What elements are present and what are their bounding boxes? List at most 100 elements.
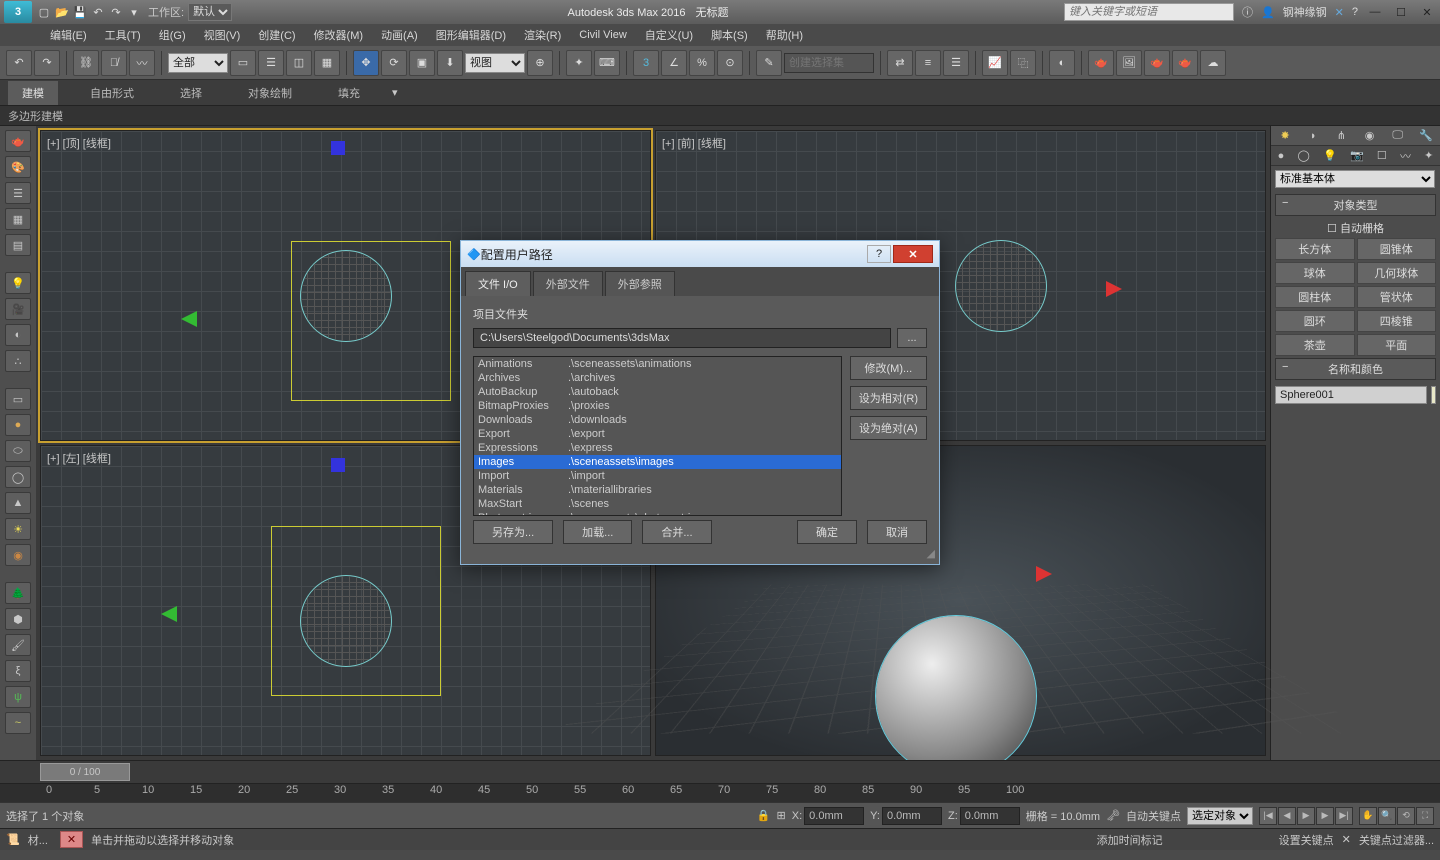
tab-external-files[interactable]: 外部文件	[533, 271, 603, 296]
maxscript-mini[interactable]: 📜	[6, 833, 20, 846]
particles-icon[interactable]: ∴	[5, 350, 31, 372]
ribbon-tab-modeling[interactable]: 建模	[8, 81, 58, 105]
teapot-button[interactable]: 茶壶	[1275, 334, 1355, 356]
create-tab-icon[interactable]: ✸	[1275, 128, 1295, 144]
script-error-badge[interactable]: ✕	[60, 831, 83, 848]
ok-button[interactable]: 确定	[797, 520, 857, 544]
hair-icon[interactable]: ξ	[5, 660, 31, 682]
tube-button[interactable]: 管状体	[1357, 286, 1437, 308]
menu-render[interactable]: 渲染(R)	[516, 25, 569, 45]
path-list-item[interactable]: Materials.\materiallibraries	[474, 483, 841, 497]
align-icon[interactable]: ≡	[915, 50, 941, 76]
scale-icon[interactable]: ▣	[409, 50, 435, 76]
viewport-front-label[interactable]: [+] [前] [线框]	[662, 135, 726, 151]
path-list-item[interactable]: Photometric.\sceneassets\photometric	[474, 511, 841, 516]
save-as-button[interactable]: 另存为...	[473, 520, 553, 544]
selection-filter[interactable]: 全部	[168, 53, 228, 73]
merge-button[interactable]: 合并...	[642, 520, 711, 544]
render-setup-icon[interactable]: 🫖	[1088, 50, 1114, 76]
key-icon[interactable]: 🗝	[1106, 809, 1120, 822]
help-icon[interactable]: ?	[1352, 6, 1358, 18]
palette-icon[interactable]: 🎨	[5, 156, 31, 178]
grass-icon[interactable]: ψ	[5, 686, 31, 708]
name-color-header[interactable]: −名称和颜色	[1275, 358, 1436, 380]
path-list-item[interactable]: MaxStart.\scenes	[474, 497, 841, 511]
menu-modifiers[interactable]: 修改器(M)	[306, 25, 372, 45]
redo-icon[interactable]: ↷	[108, 4, 124, 20]
cameras-cat-icon[interactable]: 📷	[1350, 149, 1364, 162]
abs-rel-icon[interactable]: ⊞	[777, 809, 786, 822]
coord-x-input[interactable]	[804, 807, 864, 825]
rotate-icon[interactable]: ⟳	[381, 50, 407, 76]
menu-maxscript[interactable]: 脚本(S)	[703, 25, 756, 45]
dialog-title-bar[interactable]: 🔷 配置用户路径 ? ✕	[461, 241, 939, 267]
grid3-icon[interactable]: ▤	[5, 234, 31, 256]
dialog-help-button[interactable]: ?	[867, 245, 891, 263]
cancel-button[interactable]: 取消	[867, 520, 927, 544]
pivot-icon[interactable]: ⊕	[527, 50, 553, 76]
time-slider-thumb[interactable]: 0 / 100	[40, 763, 130, 781]
render-online-icon[interactable]: ☁	[1200, 50, 1226, 76]
zoom-icon[interactable]: 🔍	[1378, 807, 1396, 825]
paths-listbox[interactable]: Animations.\sceneassets\animationsArchiv…	[473, 356, 842, 516]
cylinder-button[interactable]: 圆柱体	[1275, 286, 1355, 308]
mirror-icon[interactable]: ⇄	[887, 50, 913, 76]
ribbon-tab-freeform[interactable]: 自由形式	[76, 81, 148, 105]
ribbon-panel-label[interactable]: 多边形建模	[0, 106, 1440, 126]
render-frame-icon[interactable]: 🖼	[1116, 50, 1142, 76]
bind-spacewarp-icon[interactable]: 〰	[129, 50, 155, 76]
ribbon-tab-paint[interactable]: 对象绘制	[234, 81, 306, 105]
list-icon[interactable]: ☰	[5, 182, 31, 204]
browse-button[interactable]: ...	[897, 328, 927, 348]
close-button[interactable]: ✕	[1418, 4, 1436, 20]
menu-create[interactable]: 创建(C)	[250, 25, 303, 45]
object-color-swatch[interactable]	[1431, 386, 1436, 404]
menu-graph[interactable]: 图形编辑器(D)	[428, 25, 514, 45]
rock-icon[interactable]: ⬢	[5, 608, 31, 630]
utilities-tab-icon[interactable]: 🔧	[1416, 128, 1436, 144]
layer-icon[interactable]: ☰	[943, 50, 969, 76]
play-icon[interactable]: ▶	[1297, 807, 1315, 825]
spacewarps-cat-icon[interactable]: 〰	[1400, 148, 1411, 164]
schematic-icon[interactable]: ⿻	[1010, 50, 1036, 76]
manipulate-icon[interactable]: ✦	[566, 50, 592, 76]
path-list-item[interactable]: BitmapProxies.\proxies	[474, 399, 841, 413]
script-label[interactable]: 材...	[28, 832, 48, 848]
angle-snap-icon[interactable]: ∠	[661, 50, 687, 76]
maximize-button[interactable]: ☐	[1392, 4, 1410, 20]
brush-icon[interactable]: 🖌	[5, 634, 31, 656]
plane-button[interactable]: 平面	[1357, 334, 1437, 356]
path-list-item[interactable]: Import.\import	[474, 469, 841, 483]
ribbon-tab-selection[interactable]: 选择	[166, 81, 216, 105]
time-slider[interactable]: 0 / 100	[0, 760, 1440, 784]
project-path-input[interactable]	[473, 328, 891, 348]
help-search-input[interactable]	[1064, 3, 1234, 21]
menu-customize[interactable]: 自定义(U)	[637, 25, 701, 45]
motion-tab-icon[interactable]: ◉	[1360, 128, 1380, 144]
autogrid-checkbox[interactable]: ☐ 自动栅格	[1271, 218, 1440, 238]
placement-icon[interactable]: ⬇	[437, 50, 463, 76]
setkey-button[interactable]: 设置关键点	[1279, 832, 1334, 848]
feather-icon[interactable]: ~	[5, 712, 31, 734]
time-ruler[interactable]: 0510152025303540455055606570758085909510…	[0, 784, 1440, 802]
object-name-input[interactable]	[1275, 386, 1427, 404]
primitive-category-select[interactable]: 标准基本体	[1275, 170, 1435, 188]
viewport-left-label[interactable]: [+] [左] [线框]	[47, 450, 111, 466]
open-icon[interactable]: 📂	[54, 4, 70, 20]
systems-cat-icon[interactable]: ✦	[1424, 149, 1433, 162]
menu-tools[interactable]: 工具(T)	[97, 25, 149, 45]
menu-views[interactable]: 视图(V)	[196, 25, 249, 45]
hierarchy-tab-icon[interactable]: ⋔	[1331, 128, 1351, 144]
ring-icon[interactable]: ◉	[5, 544, 31, 566]
menu-civil[interactable]: Civil View	[571, 27, 634, 43]
box-prim-icon[interactable]: ▭	[5, 388, 31, 410]
sign-in-icon[interactable]: 👤	[1261, 6, 1275, 19]
modify-tab-icon[interactable]: ◗	[1303, 128, 1323, 144]
new-icon[interactable]: ▢	[36, 4, 52, 20]
object-type-header[interactable]: −对象类型	[1275, 194, 1436, 216]
infocenter-icon[interactable]: ⓘ	[1242, 4, 1253, 20]
select-name-icon[interactable]: ☰	[258, 50, 284, 76]
select-region-icon[interactable]: ◫	[286, 50, 312, 76]
path-list-item[interactable]: Expressions.\express	[474, 441, 841, 455]
render-iterative-icon[interactable]: 🫖	[1172, 50, 1198, 76]
